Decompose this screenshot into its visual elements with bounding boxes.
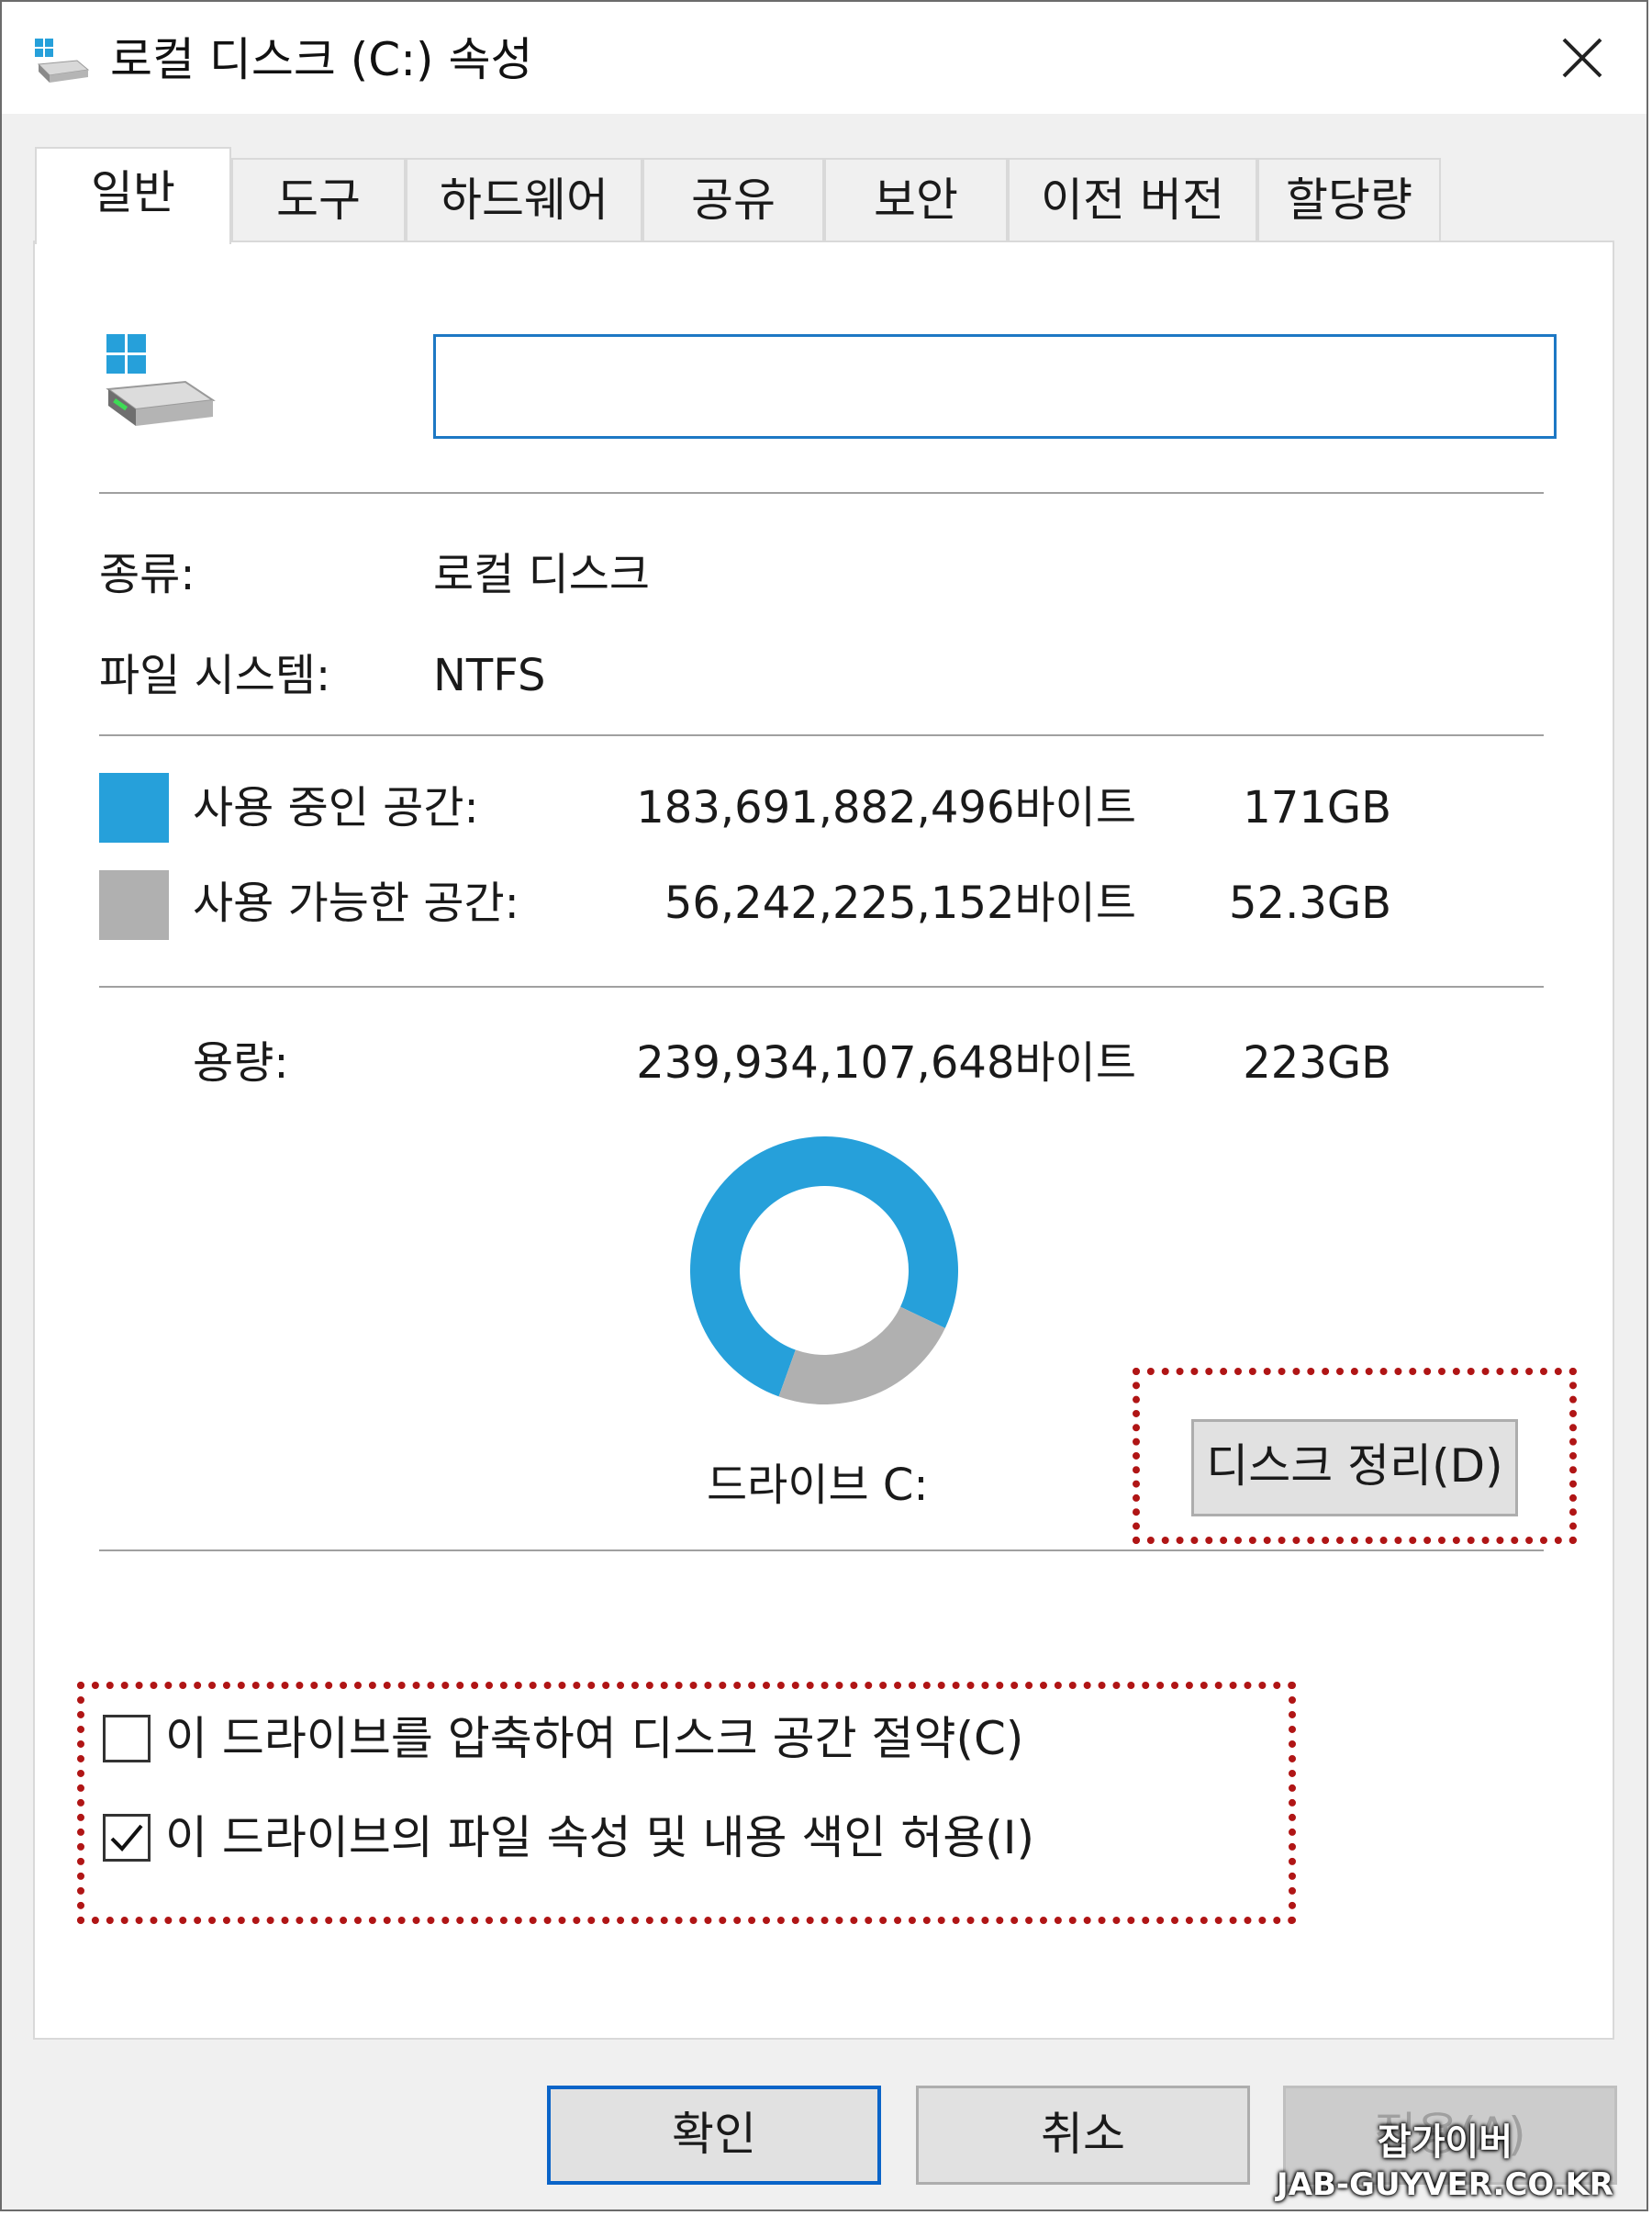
capacity-bytes: 239,934,107,648바이트: [636, 1037, 1136, 1089]
used-space-size: 171GB: [1243, 782, 1391, 833]
checkmark-icon: [110, 1824, 143, 1851]
drive-caption: 드라이브 C:: [707, 1460, 929, 1511]
free-space-bytes: 56,242,225,152바이트: [664, 878, 1136, 929]
title-bar: 로컬 디스크 (C:) 속성: [2, 2, 1646, 114]
index-checkbox[interactable]: [103, 1814, 151, 1862]
cancel-button[interactable]: 취소: [916, 2086, 1250, 2185]
drive-large-icon: [106, 334, 216, 426]
compress-label: 이 드라이브를 압축하여 디스크 공간 절약(C): [165, 1712, 1024, 1765]
watermark-line2: JAB-GUYVER.CO.KR: [1277, 2166, 1613, 2203]
tab-tools[interactable]: 도구: [231, 158, 406, 242]
divider: [99, 1549, 1544, 1551]
type-label: 종류:: [99, 549, 195, 600]
tab-quota[interactable]: 할당량: [1257, 158, 1441, 242]
capacity-size: 223GB: [1243, 1037, 1391, 1089]
ok-button[interactable]: 확인: [547, 2086, 881, 2185]
filesystem-label: 파일 시스템:: [99, 650, 331, 701]
drive-name-input[interactable]: [433, 334, 1557, 439]
free-space-swatch: [99, 870, 169, 940]
divider: [99, 734, 1544, 736]
compress-checkbox[interactable]: [103, 1715, 151, 1762]
general-panel: 종류: 로컬 디스크 파일 시스템: NTFS 사용 중인 공간: 183,69…: [33, 241, 1614, 2040]
index-label: 이 드라이브의 파일 속성 및 내용 색인 허용(I): [165, 1811, 1035, 1864]
close-button[interactable]: [1518, 2, 1646, 114]
divider: [99, 986, 1544, 988]
capacity-label: 용량:: [193, 1037, 289, 1089]
divider: [99, 492, 1544, 494]
window-title: 로컬 디스크 (C:) 속성: [110, 33, 533, 86]
free-space-slice: [778, 1306, 945, 1404]
tab-security[interactable]: 보안: [824, 158, 1008, 242]
close-icon: [1562, 38, 1602, 78]
drive-icon: [35, 39, 90, 83]
used-space-bytes: 183,691,882,496바이트: [636, 782, 1136, 833]
type-value: 로컬 디스크: [433, 549, 651, 600]
tab-sharing[interactable]: 공유: [642, 158, 824, 242]
tab-general[interactable]: 일반: [35, 147, 231, 244]
disk-cleanup-button[interactable]: 디스크 정리(D): [1191, 1419, 1518, 1516]
watermark: 잡가이버 JAB-GUYVER.CO.KR: [1277, 2120, 1613, 2204]
used-space-label: 사용 중인 공간:: [193, 782, 479, 833]
used-space-swatch: [99, 773, 169, 843]
properties-dialog: 로컬 디스크 (C:) 속성 일반 도구 하드웨어 공유 보안 이전 버전 할당…: [0, 0, 1648, 2211]
usage-donut-chart: [690, 1136, 958, 1404]
filesystem-value: NTFS: [433, 650, 546, 701]
free-space-size: 52.3GB: [1229, 878, 1391, 929]
watermark-line1: 잡가이버: [1377, 2121, 1513, 2164]
tab-previous-versions[interactable]: 이전 버전: [1008, 158, 1257, 242]
free-space-label: 사용 가능한 공간:: [193, 878, 519, 929]
tab-hardware[interactable]: 하드웨어: [406, 158, 642, 242]
